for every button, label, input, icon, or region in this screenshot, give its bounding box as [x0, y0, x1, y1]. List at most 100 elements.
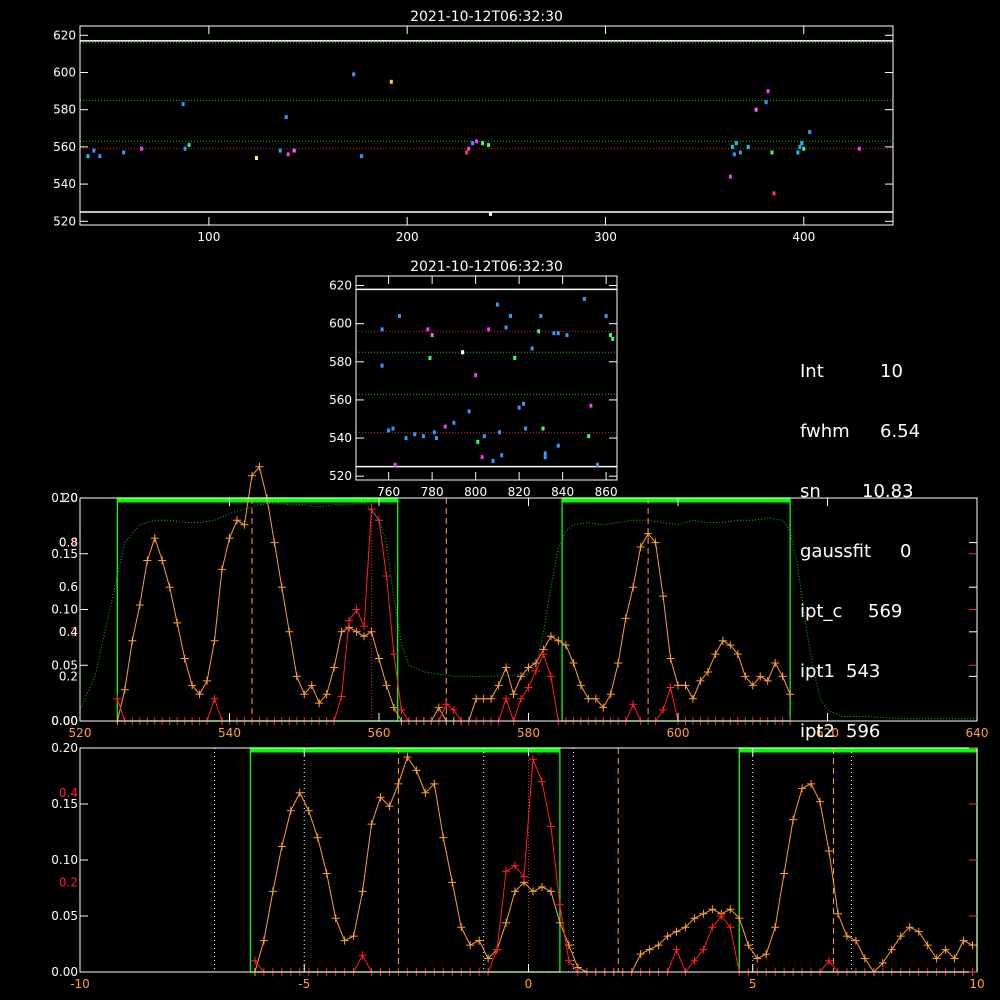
- data-point-orange: [210, 636, 219, 645]
- data-point-orange: [824, 847, 833, 856]
- data-point-orange: [375, 654, 383, 663]
- scatter-point: [798, 144, 802, 149]
- x-tick-label: -10: [70, 977, 90, 991]
- data-point-orange: [487, 694, 496, 703]
- data-point-red: [442, 700, 451, 709]
- data-point-orange: [225, 534, 234, 543]
- info-label: ipt1: [800, 661, 835, 682]
- data-point-orange: [789, 815, 798, 824]
- scatter-point: [92, 148, 96, 153]
- scatter-point: [556, 331, 560, 336]
- data-point-red: [113, 694, 122, 703]
- scatter-point: [465, 150, 469, 155]
- scatter-point: [475, 139, 479, 144]
- scatter-point: [360, 154, 364, 159]
- scatter-point: [500, 453, 504, 458]
- scatter-point: [482, 434, 486, 439]
- data-point-orange: [367, 627, 376, 636]
- data-point-orange: [270, 538, 279, 547]
- scatter-point: [766, 89, 770, 94]
- window-box: [249, 747, 561, 973]
- scatter-point: [467, 409, 471, 414]
- info-label: ipt2: [800, 721, 835, 742]
- data-point-orange: [636, 543, 645, 552]
- x-tick-label: 520: [69, 726, 92, 740]
- scatter-point: [474, 373, 478, 378]
- data-point-orange: [762, 950, 771, 959]
- scatter-point: [387, 428, 391, 433]
- y-tick-label: 520: [53, 214, 76, 228]
- scatter-point: [391, 426, 395, 431]
- scatter-point: [587, 434, 591, 439]
- data-point-orange: [403, 752, 412, 761]
- window-box: [561, 497, 791, 722]
- scatter-point: [183, 146, 187, 151]
- scatter-point: [517, 405, 521, 410]
- data-point-orange: [448, 878, 457, 887]
- data-point-orange: [753, 954, 762, 963]
- info-label: Int: [800, 361, 824, 382]
- data-point-orange: [277, 842, 286, 851]
- data-point-orange: [614, 659, 623, 668]
- scatter-point: [380, 363, 384, 368]
- scatter-point: [426, 327, 430, 332]
- data-point-orange: [135, 601, 144, 610]
- scatter-point: [476, 439, 480, 444]
- scatter-point: [595, 462, 599, 467]
- info-value: 6.54: [880, 421, 921, 442]
- y-tick-label: 520: [329, 469, 352, 483]
- data-point-orange: [331, 914, 340, 923]
- scatter-point: [471, 141, 475, 146]
- series-line-red: [116, 507, 791, 723]
- scatter-point: [398, 314, 401, 319]
- info-row-int: Int 10: [800, 362, 920, 382]
- scatter-point: [857, 146, 861, 151]
- scatter-point: [421, 434, 425, 439]
- scatter-point: [770, 150, 774, 155]
- data-point-red: [382, 572, 391, 581]
- data-point-orange: [389, 703, 398, 712]
- data-point-red: [528, 755, 537, 764]
- chart-title: 2021-10-12T06:32:30: [410, 259, 563, 275]
- scatter-point: [413, 432, 417, 437]
- x-tick-label: 800: [464, 485, 487, 499]
- scatter-point: [461, 350, 465, 355]
- data-point-red: [337, 692, 346, 701]
- data-point-red: [524, 683, 533, 692]
- data-point-orange: [780, 869, 789, 878]
- data-point-orange: [304, 806, 313, 815]
- data-point-orange: [606, 690, 615, 699]
- scatter-point: [352, 72, 356, 77]
- info-row-ipt2: ipt2 596: [800, 722, 920, 742]
- x-tick-label: 820: [508, 485, 531, 499]
- data-point-red: [546, 672, 555, 681]
- data-point-orange: [629, 583, 638, 592]
- scatter-point: [389, 79, 393, 84]
- data-point-orange: [959, 936, 968, 945]
- data-point-orange: [851, 936, 860, 945]
- data-point-orange: [666, 654, 675, 663]
- scatter-point: [292, 148, 296, 153]
- data-point-red: [360, 622, 369, 631]
- data-point-orange: [434, 703, 443, 712]
- data-point-red: [345, 616, 354, 625]
- scatter-point: [452, 420, 456, 425]
- data-point-red: [517, 694, 526, 703]
- scatter-point: [582, 296, 586, 301]
- info-value: 0: [900, 541, 912, 562]
- info-value: 543: [846, 661, 881, 682]
- data-point-orange: [672, 927, 681, 936]
- scatter-point: [181, 102, 185, 107]
- scatter-point: [738, 150, 742, 155]
- data-point-red: [502, 694, 511, 703]
- scatter-point: [764, 100, 768, 105]
- data-point-orange: [681, 681, 690, 690]
- data-point-red: [537, 777, 546, 786]
- x-tick-label: 10: [969, 977, 984, 991]
- y-tick-label-green: 0.8: [59, 536, 78, 550]
- scatter-point: [86, 154, 90, 159]
- data-point-orange: [232, 516, 241, 525]
- data-point-orange: [887, 945, 896, 954]
- y-tick-label-white: 0.00: [51, 965, 78, 979]
- data-point-orange: [502, 918, 511, 927]
